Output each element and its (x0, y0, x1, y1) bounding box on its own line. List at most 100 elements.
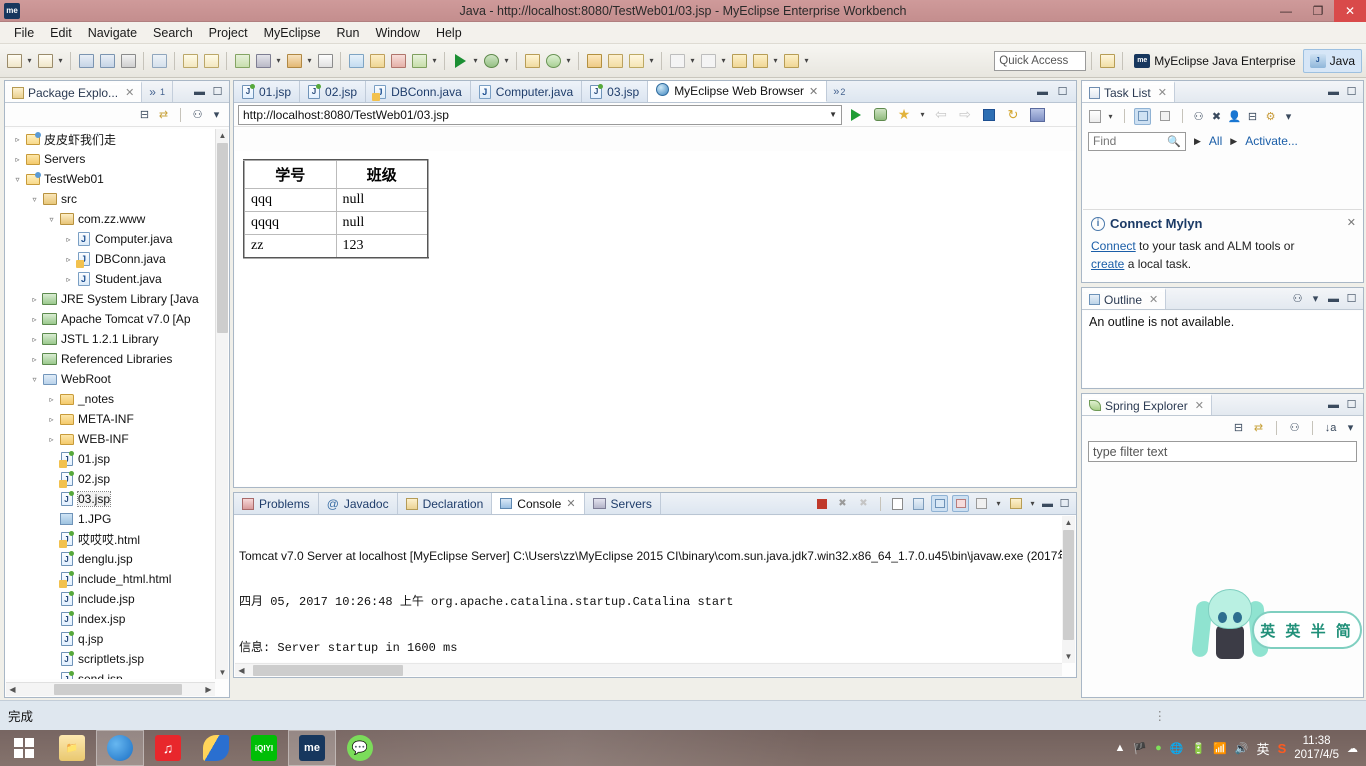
start-button[interactable] (0, 730, 48, 766)
menu-edit[interactable]: Edit (42, 24, 80, 42)
tab-declaration[interactable]: Declaration (398, 493, 493, 514)
task-activate-link[interactable]: Activate... (1245, 134, 1298, 148)
perspective-enterprise[interactable]: me MyEclipse Java Enterprise (1128, 49, 1301, 73)
scroll-left-icon[interactable]: ◀ (235, 664, 248, 677)
tree-item[interactable]: ▹ Apache Tomcat v7.0 [Ap (5, 309, 215, 329)
synchronize-icon[interactable]: ✖ (1210, 110, 1223, 123)
remove-launch-icon[interactable]: ✖ (834, 495, 851, 512)
new-task-dropdown-icon[interactable]: ▾ (1106, 105, 1115, 127)
new-package-icon[interactable] (543, 50, 563, 72)
shield-icon[interactable]: ● (1155, 742, 1162, 754)
tree-item[interactable]: Jdenglu.jsp (5, 549, 215, 569)
show-console-on-output-icon[interactable] (931, 495, 948, 512)
open-resource-icon[interactable] (605, 50, 625, 72)
sort-az-icon[interactable]: ↓a (1324, 421, 1337, 434)
editor-tab[interactable]: J Computer.java (470, 81, 583, 102)
tree-item[interactable]: ▹ META-INF (5, 409, 215, 429)
project-tree[interactable]: ▹ 皮皮虾我们走 ▹ Servers ▿ TestWeb01 ▿ src ▿ com.zz.www… (5, 129, 215, 679)
view-overflow[interactable]: » 1 (142, 81, 173, 102)
tree-item[interactable]: Jinclude_html.html (5, 569, 215, 589)
wechat-button[interactable]: 💬 (336, 730, 384, 766)
netease-music-button[interactable]: ♫ (144, 730, 192, 766)
tree-item[interactable]: ▿ com.zz.www (5, 209, 215, 229)
tree-horizontal-scrollbar[interactable]: ◀ ▶ (6, 682, 215, 696)
tree-item[interactable]: ▹ WEB-INF (5, 429, 215, 449)
tree-item[interactable]: ▹ JRE System Library [Java (5, 289, 215, 309)
pin-console-icon[interactable] (973, 495, 990, 512)
tree-item[interactable]: Jscriptlets.jsp (5, 649, 215, 669)
run-dropdown-icon[interactable]: ▾ (471, 50, 480, 72)
expand-arrow-icon[interactable]: ▹ (28, 315, 41, 324)
browser-go-icon[interactable] (846, 105, 866, 125)
tree-item[interactable]: J 03.jsp (5, 489, 215, 509)
iqiyi-button[interactable]: iQIYI (240, 730, 288, 766)
expand-arrow-icon[interactable]: ▹ (45, 435, 58, 444)
minimize-console-icon[interactable]: ▬ (1041, 497, 1054, 510)
tree-item[interactable]: J 02.jsp (5, 469, 215, 489)
tab-console[interactable]: Console ✕ (492, 493, 585, 514)
editor-tab-overflow[interactable]: » 2 (827, 81, 851, 102)
view-menu-focus-icon[interactable]: ⚇ (191, 108, 204, 121)
antivirus-icon[interactable]: 🏴 (1133, 742, 1147, 755)
volume-icon[interactable]: 🔊 (1235, 742, 1249, 755)
display-selected-console-dropdown-icon[interactable]: ▾ (994, 493, 1003, 515)
close-icon[interactable]: ✕ (1158, 86, 1167, 99)
maximize-editor-icon[interactable]: ☐ (1056, 85, 1069, 98)
new-dropdown-icon[interactable]: ▾ (25, 50, 34, 72)
connect-link[interactable]: Connect (1091, 239, 1136, 253)
scroll-up-icon[interactable]: ▲ (1062, 516, 1075, 529)
search-icon[interactable]: 🔍 (1167, 135, 1181, 148)
search-dropdown-icon[interactable]: ▾ (647, 50, 656, 72)
menu-project[interactable]: Project (201, 24, 256, 42)
tree-item[interactable]: ▿ TestWeb01 (5, 169, 215, 189)
scroll-down-icon[interactable]: ▼ (216, 666, 229, 679)
tree-item[interactable]: ▹ 皮皮虾我们走 (5, 129, 215, 149)
forward-icon[interactable] (781, 50, 801, 72)
expand-arrow-icon[interactable]: ▹ (62, 255, 75, 264)
refresh-repository-icon[interactable]: ⚙ (1264, 110, 1277, 123)
console-vertical-scrollbar[interactable]: ▲ ▼ (1062, 516, 1075, 663)
browser-bookmark-dropdown-icon[interactable]: ▾ (918, 104, 927, 126)
scroll-left-icon[interactable]: ◀ (6, 683, 19, 696)
categorized-mode-icon[interactable] (1134, 107, 1151, 125)
next-annotation-icon[interactable] (667, 50, 687, 72)
expand-arrow-icon[interactable]: ▿ (11, 175, 24, 184)
build-icon[interactable] (409, 50, 429, 72)
open-console-dropdown-icon[interactable]: ▾ (1028, 493, 1037, 515)
console-horizontal-scrollbar[interactable]: ◀ (235, 663, 1062, 676)
tree-item[interactable]: ▹ J Student.java (5, 269, 215, 289)
maximize-button[interactable]: ❐ (1302, 0, 1334, 22)
search-icon[interactable] (626, 50, 646, 72)
link-with-editor-icon[interactable]: ⇄ (1252, 421, 1265, 434)
tab-servers[interactable]: Servers (585, 493, 661, 514)
open-perspective-button[interactable] (1097, 50, 1117, 72)
close-icon[interactable]: ✕ (1347, 216, 1356, 229)
close-icon[interactable]: ✕ (566, 497, 575, 510)
quick-access-input[interactable]: Quick Access (994, 50, 1087, 71)
view-menu-icon[interactable]: ▾ (1344, 421, 1357, 434)
perspective-java[interactable]: J Java (1302, 48, 1362, 73)
menu-file[interactable]: File (6, 24, 42, 42)
focus-on-workweek-icon[interactable]: ⚇ (1192, 110, 1205, 123)
view-menu-icon[interactable]: ▾ (210, 108, 223, 121)
link-with-editor-icon[interactable]: ⇄ (157, 108, 170, 121)
menu-navigate[interactable]: Navigate (80, 24, 145, 42)
close-icon[interactable]: ✕ (1195, 399, 1204, 412)
show-desktop-icon[interactable]: ☁ (1347, 742, 1358, 755)
scroll-lock-icon[interactable] (910, 495, 927, 512)
new-wizard-dropdown-icon[interactable]: ▾ (56, 50, 65, 72)
maximize-view-icon[interactable]: ☐ (1345, 292, 1358, 305)
clear-console-icon[interactable] (889, 495, 906, 512)
tab-javadoc[interactable]: @ Javadoc (319, 493, 398, 514)
tab-task-list[interactable]: Task List ✕ (1082, 81, 1175, 102)
tree-item[interactable]: J 01.jsp (5, 449, 215, 469)
new-icon[interactable] (4, 50, 24, 72)
minimize-view-icon[interactable]: ▬ (193, 85, 206, 98)
open-console-icon[interactable] (1007, 495, 1024, 512)
server-icon[interactable] (253, 50, 273, 72)
view-menu-icon[interactable]: ▾ (1309, 292, 1322, 305)
create-link[interactable]: create (1091, 257, 1124, 271)
maximize-view-icon[interactable]: ☐ (211, 85, 224, 98)
chevron-down-icon[interactable]: ▼ (829, 110, 837, 119)
debug-dropdown-icon[interactable]: ▾ (502, 50, 511, 72)
